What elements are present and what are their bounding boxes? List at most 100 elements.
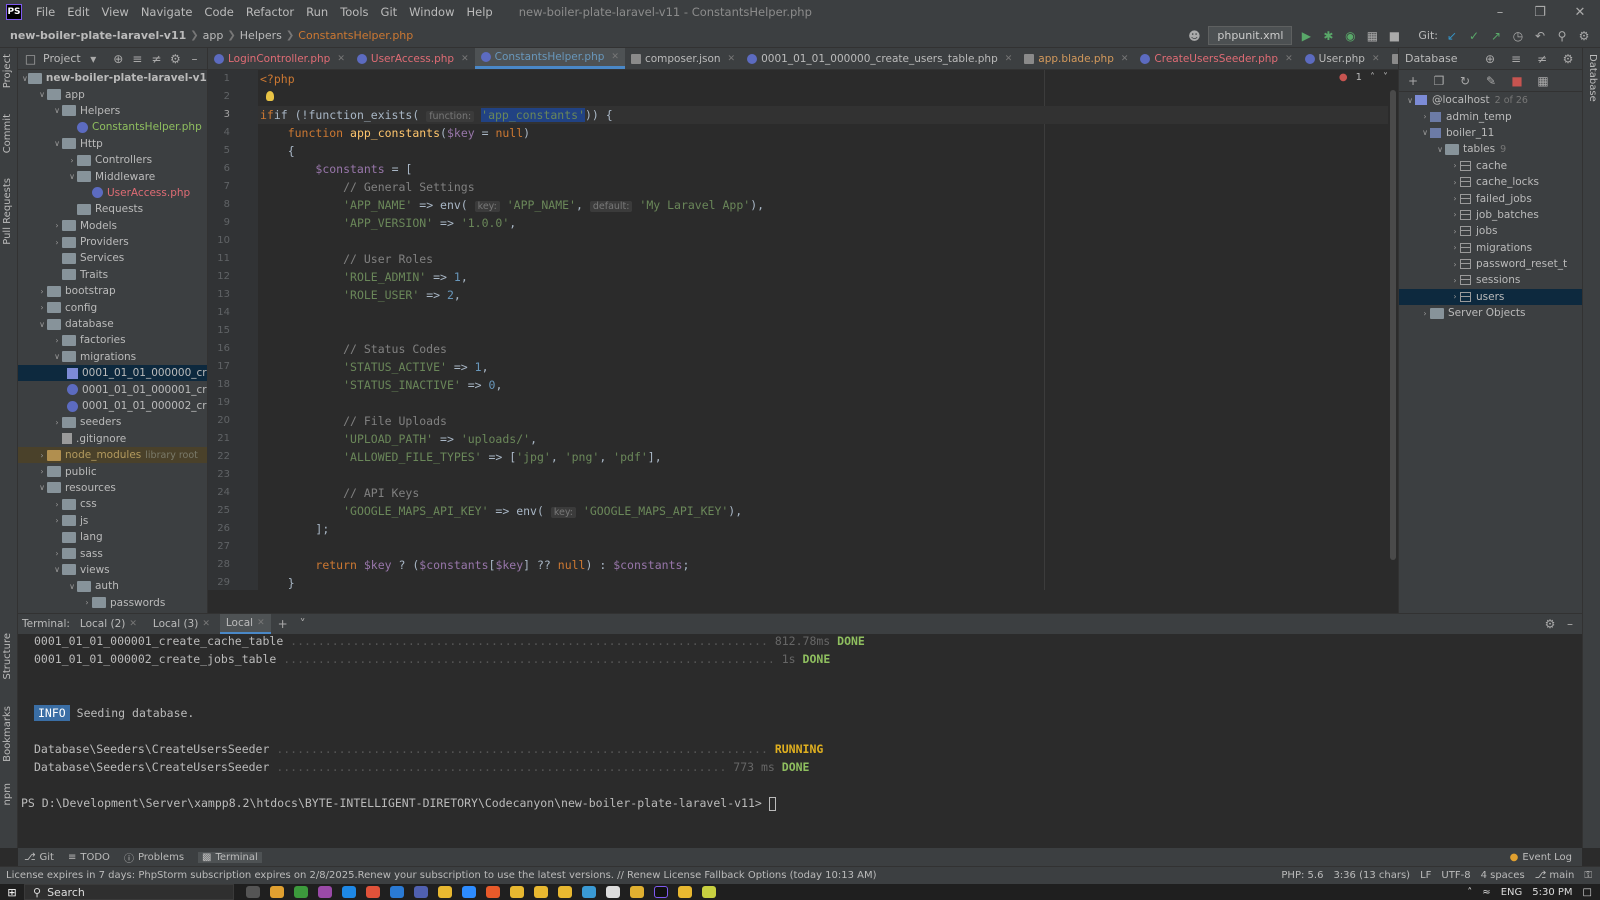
breadcrumb-app[interactable]: app xyxy=(199,29,228,42)
tree-item[interactable]: › public xyxy=(18,463,207,479)
app-icon[interactable] xyxy=(414,886,428,898)
db-tree-item[interactable]: › sessions xyxy=(1399,272,1582,288)
chevron-right-icon[interactable]: › xyxy=(1450,178,1460,187)
clock[interactable]: 5:30 PM xyxy=(1532,887,1572,898)
app-icon[interactable] xyxy=(366,886,380,898)
chevron-right-icon[interactable]: › xyxy=(1420,112,1430,121)
menu-edit[interactable]: Edit xyxy=(61,5,95,19)
close-icon[interactable]: ✕ xyxy=(1285,54,1293,64)
tree-item[interactable]: ∨ resources xyxy=(18,480,207,496)
db-tree-item[interactable]: › jobs xyxy=(1399,223,1582,239)
chevron-right-icon[interactable]: › xyxy=(52,500,62,509)
chevron-down-icon[interactable]: ˅ xyxy=(1383,72,1388,83)
collapse-all-icon[interactable]: ≠ xyxy=(1534,51,1550,67)
git-branch[interactable]: ⎇ main xyxy=(1535,870,1575,881)
close-icon[interactable]: ✕ xyxy=(1121,54,1129,64)
tree-item[interactable]: .gitignore xyxy=(18,431,207,447)
close-icon[interactable]: ✕ xyxy=(1560,5,1600,20)
chevron-down-icon[interactable]: ∨ xyxy=(52,139,62,148)
tool-tab-database[interactable]: Database xyxy=(1587,54,1598,102)
phpstorm-icon[interactable] xyxy=(654,886,668,898)
terminal-tab-local-2[interactable]: Local (2) ✕ xyxy=(74,614,143,634)
tree-item[interactable]: 0001_01_01_000001_create xyxy=(18,381,207,397)
db-tree-item[interactable]: › cache_locks xyxy=(1399,174,1582,190)
terminal-prompt[interactable]: PS D:\Development\Server\xampp8.2\htdocs… xyxy=(21,796,776,811)
line-separator[interactable]: LF xyxy=(1420,870,1431,881)
refresh-icon[interactable]: ↻ xyxy=(1457,73,1473,89)
chevron-right-icon[interactable]: › xyxy=(52,549,62,558)
tree-item[interactable]: ∨ views xyxy=(18,562,207,578)
menu-refactor[interactable]: Refactor xyxy=(240,5,300,19)
chevron-down-icon[interactable]: ∨ xyxy=(22,74,28,83)
chevron-down-icon[interactable]: ∨ xyxy=(1405,96,1415,105)
tool-window-todo[interactable]: ≡ TODO xyxy=(68,852,110,863)
tree-item[interactable]: › seeders xyxy=(18,414,207,430)
chevron-right-icon[interactable]: › xyxy=(52,418,62,427)
menu-code[interactable]: Code xyxy=(198,5,239,19)
db-tree-item[interactable]: › migrations xyxy=(1399,240,1582,256)
chevron-right-icon[interactable]: › xyxy=(37,303,47,312)
search-icon[interactable]: ⚲ xyxy=(1554,28,1570,44)
close-icon[interactable]: ✕ xyxy=(1005,54,1013,64)
tool-window-problems[interactable]: ⓘ Problems xyxy=(124,850,184,865)
edge-icon[interactable] xyxy=(342,886,356,898)
edit-icon[interactable]: ✎ xyxy=(1483,73,1499,89)
tree-item[interactable]: › node_modules library root xyxy=(18,446,207,464)
tree-item[interactable]: › sass xyxy=(18,545,207,561)
menu-window[interactable]: Window xyxy=(403,5,460,19)
app-icon[interactable] xyxy=(582,886,596,898)
tree-item[interactable]: ∨ app xyxy=(18,86,207,102)
vscode-icon[interactable] xyxy=(390,886,404,898)
tree-item[interactable]: ∨new-boiler-plate-laravel-v11D:\ xyxy=(18,70,207,86)
chevron-down-icon[interactable]: ˅ xyxy=(295,616,311,632)
chevron-right-icon[interactable]: › xyxy=(82,598,92,607)
tool-window-terminal[interactable]: ▩ Terminal xyxy=(198,851,262,863)
git-commit-icon[interactable]: ✓ xyxy=(1466,28,1482,44)
breadcrumb-helpers[interactable]: Helpers xyxy=(236,29,286,42)
chrome-icon[interactable] xyxy=(534,886,548,898)
tree-item[interactable]: Requests xyxy=(18,201,207,217)
locate-icon[interactable]: ⊕ xyxy=(112,51,125,67)
lock-icon[interactable]: ⚿ xyxy=(1584,870,1592,881)
db-tree-item[interactable]: › admin_temp xyxy=(1399,108,1582,124)
chevron-right-icon[interactable]: › xyxy=(1420,309,1430,318)
chevron-down-icon[interactable]: ▾ xyxy=(87,51,100,67)
menu-run[interactable]: Run xyxy=(300,5,334,19)
tool-window-event-log[interactable]: ● Event Log xyxy=(1510,852,1582,863)
tree-item[interactable]: › js xyxy=(18,513,207,529)
close-icon[interactable]: ✕ xyxy=(728,54,736,64)
breadcrumb-file[interactable]: ConstantsHelper.php xyxy=(294,29,417,42)
tree-item[interactable]: Traits xyxy=(18,267,207,283)
chevron-right-icon[interactable]: › xyxy=(67,156,77,165)
chrome-icon[interactable] xyxy=(438,886,452,898)
tree-item[interactable]: ∨ auth xyxy=(18,578,207,594)
db-tree-item[interactable]: ∨ boiler_11 xyxy=(1399,125,1582,141)
settings-icon[interactable]: ⚙ xyxy=(1576,28,1592,44)
hide-icon[interactable]: – xyxy=(188,51,201,67)
db-tree-item[interactable]: › cache xyxy=(1399,158,1582,174)
db-tree-item[interactable]: ∨ tables 9 xyxy=(1399,141,1582,157)
menu-git[interactable]: Git xyxy=(375,5,404,19)
task-view-icon[interactable] xyxy=(246,886,260,898)
lightbulb-icon[interactable] xyxy=(266,91,274,101)
status-message[interactable]: License expires in 7 days: PhpStorm subs… xyxy=(6,870,877,881)
editor-tab[interactable]: UserAccess.php ✕ xyxy=(351,48,475,69)
chevron-down-icon[interactable]: ∨ xyxy=(52,352,62,361)
tree-item[interactable]: › Controllers xyxy=(18,152,207,168)
tree-item[interactable]: ∨ migrations xyxy=(18,349,207,365)
chevron-right-icon[interactable]: › xyxy=(52,516,62,525)
locate-icon[interactable]: ⊕ xyxy=(1482,51,1498,67)
debug-icon[interactable]: ✱ xyxy=(1320,28,1336,44)
editor-tab[interactable]: ConstantsHelper.php ✕ xyxy=(474,48,625,69)
close-icon[interactable]: ✕ xyxy=(337,54,345,64)
history-icon[interactable]: ◷ xyxy=(1510,28,1526,44)
db-tree-item[interactable]: › failed_jobs xyxy=(1399,190,1582,206)
menu-view[interactable]: View xyxy=(96,5,135,19)
chrome-icon[interactable] xyxy=(510,886,524,898)
windows-start-icon[interactable]: ⊞ xyxy=(0,886,24,899)
db-tree-item[interactable]: › users xyxy=(1399,288,1582,306)
tree-item[interactable]: Services xyxy=(18,250,207,266)
notification-icon[interactable]: □ xyxy=(1583,887,1592,898)
app-icon[interactable] xyxy=(606,886,620,898)
table-view-icon[interactable]: ▦ xyxy=(1535,73,1551,89)
